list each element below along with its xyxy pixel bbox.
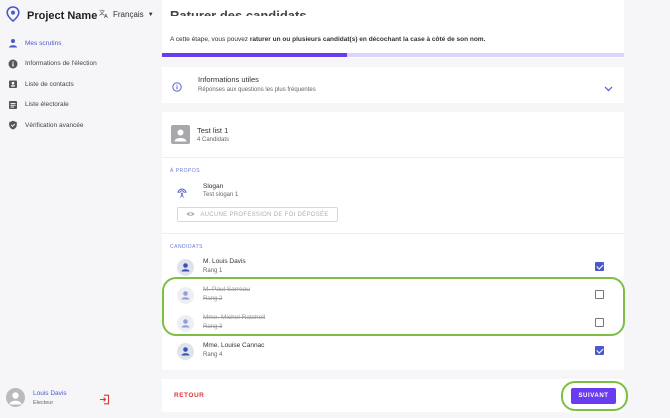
list-icon [8,100,18,110]
language-label: Français [113,10,144,19]
sidebar-item-label: Liste électorale [25,101,69,108]
candidate-rank: Rang 1 [203,268,223,274]
chevron-down-icon: ▼ [147,11,154,18]
progress-bar [162,53,624,57]
language-selector[interactable]: 文A Français ▼ [99,9,154,20]
svg-text:A: A [104,14,108,18]
info-subtitle: Réponses aux questions les plus fréquent… [198,87,316,93]
sidebar-item-label: Liste de contacts [25,80,74,88]
person-key-icon [8,38,18,48]
slogan-title: Slogan [203,183,224,190]
avatar [177,343,194,360]
translate-icon: 文A [99,9,109,20]
step-instruction: A cette étape, vous pouvez raturer un ou… [170,36,485,43]
progress-fill [162,53,347,57]
sidebar-item-informations[interactable]: Informations de l'élection [8,58,97,70]
list-header: Test list 1 4 Candidats [162,112,624,158]
profession-de-foi-label: AUCUNE PROFESSION DE FOI DÉPOSÉE [200,211,329,218]
brand[interactable]: Project Name [6,5,98,27]
sidebar: Project Name 文A Français ▼ Mes scrutins … [0,0,154,418]
sidebar-item-label: Mes scrutins [25,39,62,47]
user-role: Electeur [33,399,54,406]
avatar [6,388,25,407]
divider [162,233,624,234]
candidate-checkbox[interactable] [595,262,604,271]
sidebar-nav: Mes scrutins Informations de l'élection … [8,37,97,140]
candidates-section-label: CANDIDATS [170,244,204,250]
shield-check-icon [8,120,18,130]
candidate-rank: Rang 4 [203,352,223,358]
page-title: Raturer des candidats [170,8,307,16]
candidate-name: Mme. Louise Cannac [203,342,265,349]
highlight-next-button [561,381,628,411]
info-title: Informations utiles [198,75,259,84]
candidate-row: M. Louis Davis Rang 1 [162,254,624,278]
info-accordion[interactable]: Informations utiles Réponses aux questio… [162,67,624,103]
app-name: Project Name [27,10,98,22]
broadcast-icon [176,185,188,203]
slogan-value: Test slogan 1 [203,192,239,198]
sidebar-item-mes-scrutins[interactable]: Mes scrutins [8,37,97,49]
sidebar-item-verification[interactable]: Vérification avancée [8,119,97,131]
logout-icon[interactable] [99,392,110,410]
instruction-emphasis: raturer un ou plusieurs candidat(s) en d… [249,36,486,43]
candidate-row: Mme. Louise Cannac Rang 4 [162,338,624,362]
avatar [177,259,194,276]
avatar [171,125,190,144]
sidebar-item-contacts[interactable]: Liste de contacts [8,78,97,90]
footer-actions: RETOUR SUIVANT [162,379,624,412]
sidebar-item-label: Vérification avancée [25,121,84,129]
user-name: Louis Davis [33,389,67,397]
about-section-label: À PROPOS [170,168,201,174]
step-header: Raturer des candidats A cette étape, vou… [162,0,624,58]
sidebar-item-label: Informations de l'élection [25,60,97,67]
chevron-down-icon[interactable] [604,79,613,97]
profession-de-foi-button[interactable]: AUCUNE PROFESSION DE FOI DÉPOSÉE [177,207,338,222]
highlight-struck-candidates [162,277,625,336]
list-title: Test list 1 [197,126,229,135]
info-outline-icon [172,79,182,97]
logo-icon [6,5,20,27]
candidate-name: M. Louis Davis [203,258,246,265]
list-candidate-count: 4 Candidats [197,137,230,143]
eye-icon [186,211,195,219]
instruction-prefix: A cette étape, vous pouvez [170,36,250,43]
sidebar-item-liste-electorale[interactable]: Liste électorale [8,99,97,111]
back-button[interactable]: RETOUR [174,392,204,399]
user-profile[interactable]: Louis Davis Electeur [6,388,67,407]
candidate-checkbox[interactable] [595,346,604,355]
contacts-icon [8,79,18,89]
info-icon [8,59,18,69]
